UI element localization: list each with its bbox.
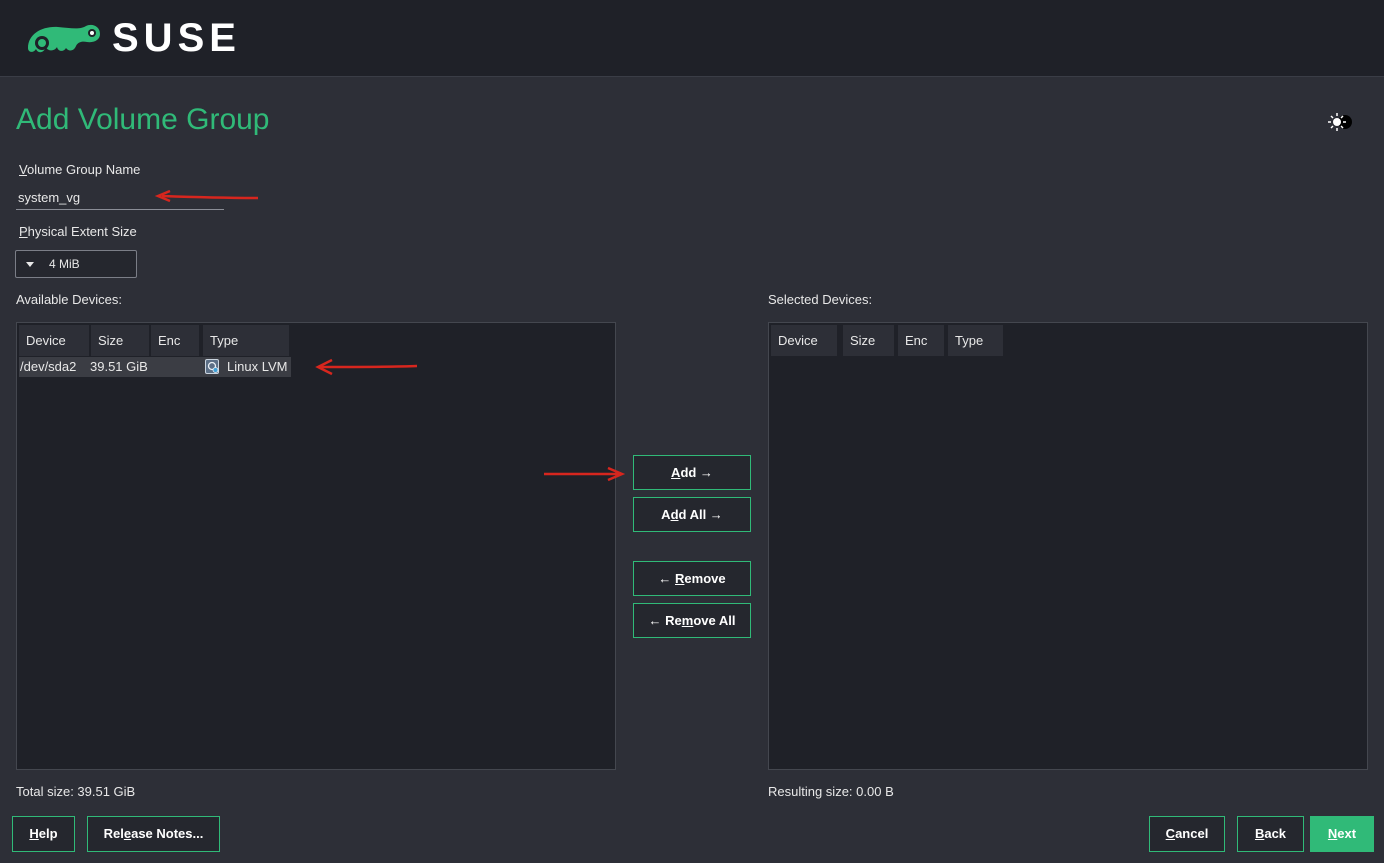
remove-button[interactable]: ← Remove bbox=[633, 561, 751, 596]
help-button[interactable]: Help bbox=[12, 816, 75, 852]
back-button[interactable]: Back bbox=[1237, 816, 1304, 852]
annotation-arrow-icon bbox=[315, 358, 418, 376]
remove-all-button[interactable]: ← Remove All bbox=[633, 603, 751, 638]
vg-name-label: Volume Group Name bbox=[19, 162, 141, 177]
disk-lvm-icon bbox=[205, 359, 219, 374]
cancel-button[interactable]: Cancel bbox=[1149, 816, 1225, 852]
table-row[interactable]: /dev/sda2 39.51 GiB Linux LVM bbox=[19, 357, 291, 377]
extent-size-value: 4 MiB bbox=[49, 257, 80, 271]
chevron-down-icon bbox=[26, 262, 34, 267]
total-size: Total size: 39.51 GiB bbox=[16, 784, 136, 799]
available-devices-label: Available Devices: bbox=[16, 292, 122, 307]
cell-type: Linux LVM bbox=[227, 359, 288, 374]
annotation-arrow-icon bbox=[154, 189, 259, 203]
next-button[interactable]: Next bbox=[1310, 816, 1374, 852]
selected-devices-label: Selected Devices: bbox=[768, 292, 873, 307]
extent-size-combo[interactable]: 4 MiB bbox=[15, 250, 137, 278]
theme-toggle-icon[interactable] bbox=[1322, 110, 1356, 134]
annotation-arrow-icon bbox=[544, 466, 626, 482]
column-header-device[interactable]: Device bbox=[771, 325, 837, 356]
selected-devices-table[interactable]: Device Size Enc Type bbox=[768, 322, 1368, 770]
cell-device: /dev/sda2 bbox=[20, 359, 77, 374]
column-header-size[interactable]: Size bbox=[843, 325, 894, 356]
column-header-enc[interactable]: Enc bbox=[898, 325, 944, 356]
page-title: Add Volume Group bbox=[16, 103, 270, 136]
add-all-button[interactable]: Add All → bbox=[633, 497, 751, 532]
brand-wordmark: SUSE bbox=[112, 16, 241, 60]
release-notes-button[interactable]: Release Notes... bbox=[87, 816, 220, 852]
available-devices-table[interactable]: Device Size Enc Type /dev/sda2 39.51 GiB… bbox=[16, 322, 616, 770]
resulting-size: Resulting size: 0.00 B bbox=[768, 784, 894, 799]
add-button[interactable]: Add → bbox=[633, 455, 751, 490]
top-bar: SUSE bbox=[0, 0, 1384, 77]
column-header-device[interactable]: Device bbox=[19, 325, 89, 356]
cell-size: 39.51 GiB bbox=[90, 359, 148, 374]
suse-chameleon-logo bbox=[28, 24, 100, 53]
extent-size-label: Physical Extent Size bbox=[19, 224, 137, 239]
column-header-size[interactable]: Size bbox=[91, 325, 149, 356]
column-header-type[interactable]: Type bbox=[203, 325, 289, 356]
column-header-enc[interactable]: Enc bbox=[151, 325, 199, 356]
column-header-type[interactable]: Type bbox=[948, 325, 1003, 356]
